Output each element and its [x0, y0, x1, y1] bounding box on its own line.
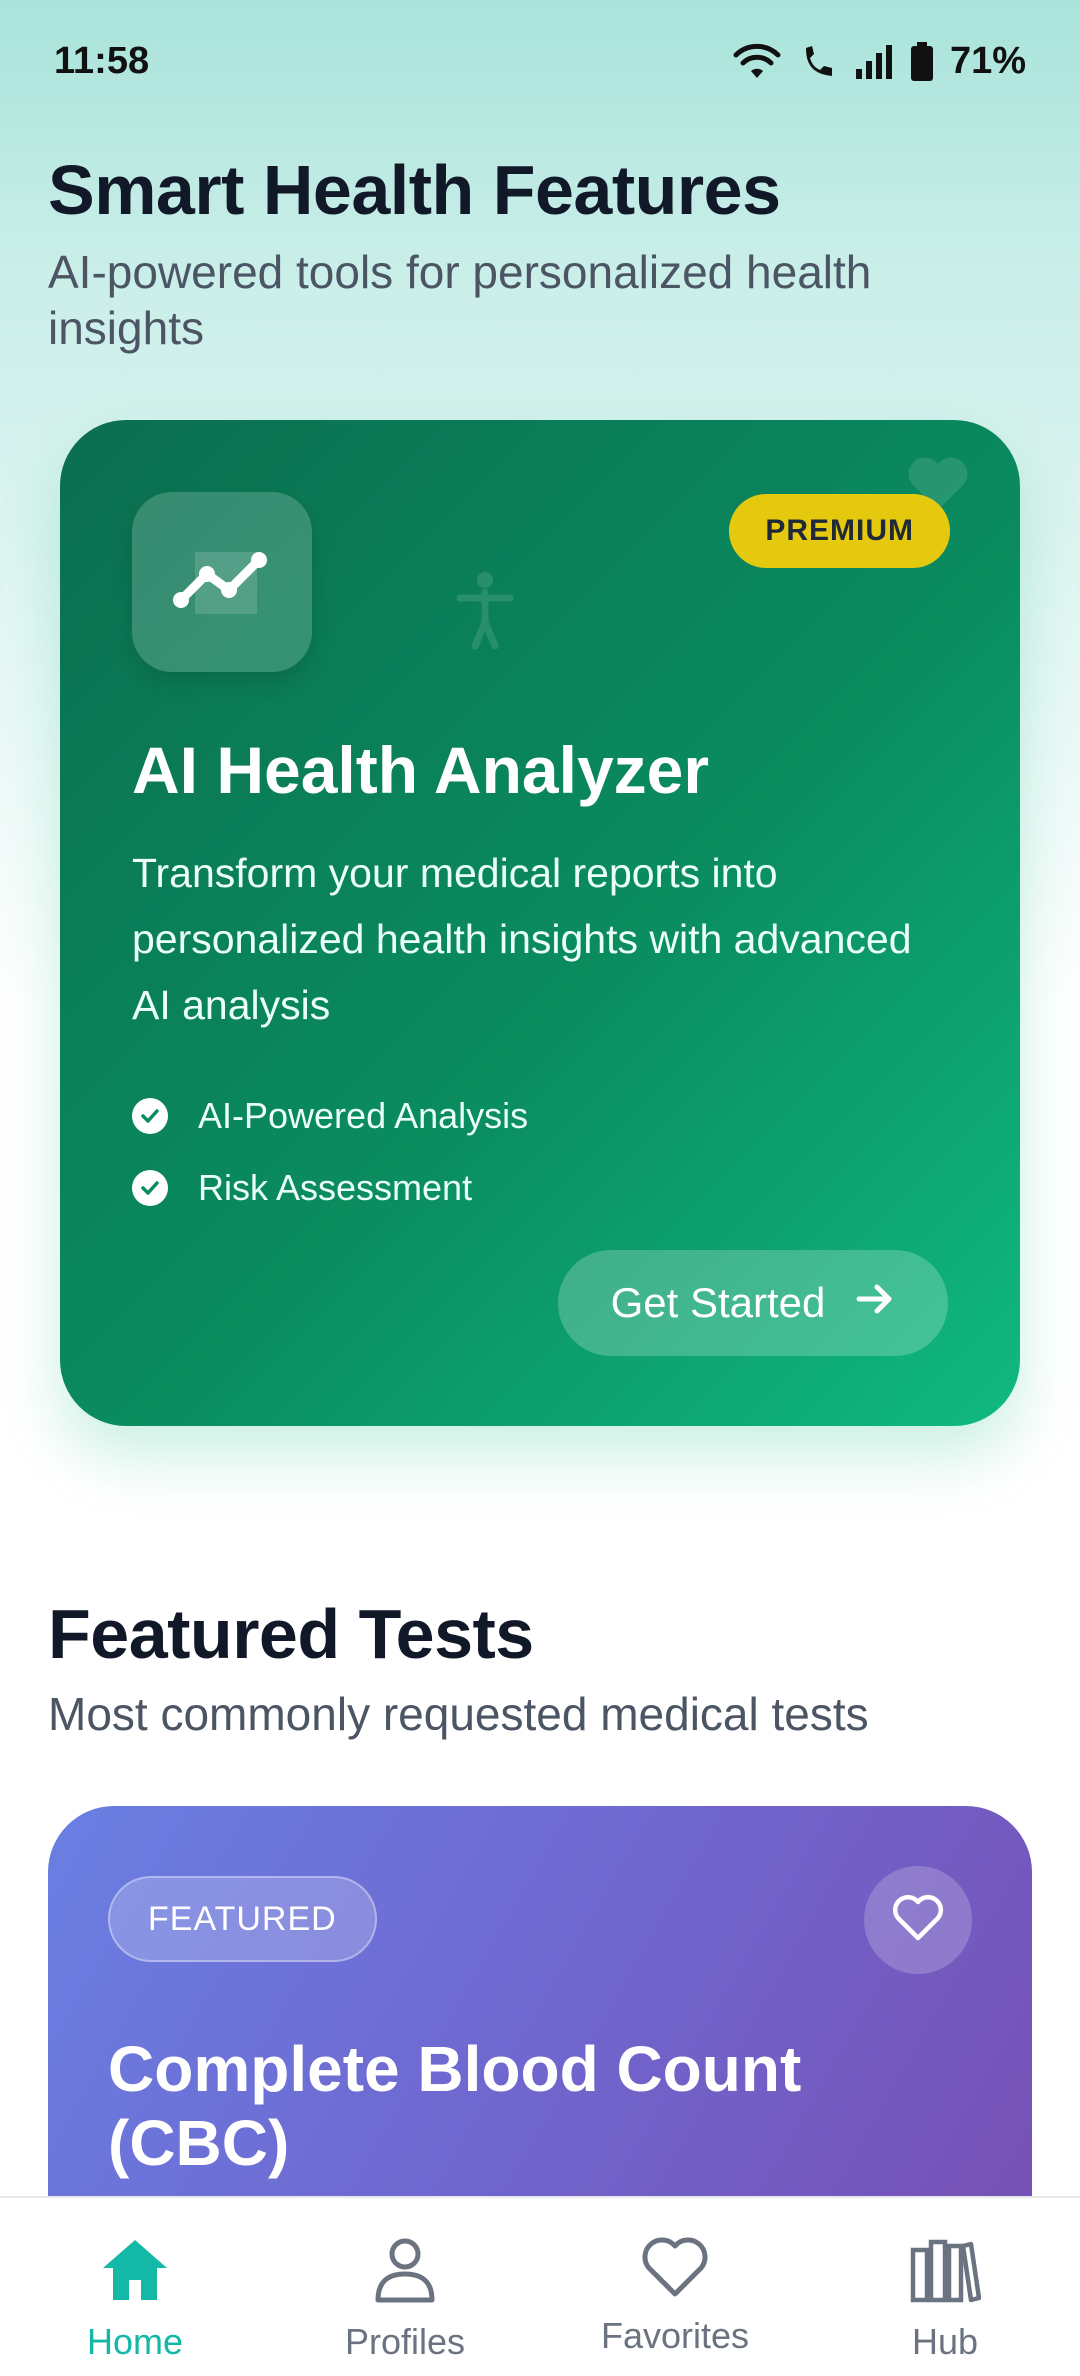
ai-card-icon-box — [132, 492, 312, 672]
featured-badge: FEATURED — [108, 1876, 377, 1962]
feature-label: Risk Assessment — [198, 1167, 473, 1208]
feature-item: Risk Assessment — [132, 1152, 528, 1224]
test-card-cbc[interactable]: FEATURED Complete Blood Count (CBC) — [48, 1806, 1032, 2246]
nav-label: Favorites — [600, 2315, 750, 2356]
check-icon — [132, 1098, 168, 1134]
section-subtitle-smart: AI-powered tools for personalized health… — [48, 246, 872, 354]
heart-icon — [642, 2236, 708, 2307]
feature-label: AI-Powered Analysis — [198, 1095, 529, 1136]
body-figure-icon — [450, 570, 520, 655]
feature-list: AI-Powered Analysis Risk Assessment — [132, 1080, 528, 1224]
battery-percent: 71% — [949, 40, 1026, 82]
section-title-featured: Featured Tests — [48, 1595, 534, 1673]
get-started-button[interactable]: Get Started — [558, 1250, 948, 1356]
ai-card-description: Transform your medical reports into pers… — [132, 850, 912, 1028]
nav-label: Profiles — [344, 2321, 466, 2362]
premium-badge: PREMIUM — [729, 494, 950, 568]
signal-icon — [854, 43, 894, 81]
feature-item: AI-Powered Analysis — [132, 1080, 528, 1152]
home-icon — [99, 2236, 171, 2313]
ai-card-title: AI Health Analyzer — [132, 733, 710, 807]
nav-label: Hub — [911, 2321, 979, 2362]
wifi-call-icon — [798, 42, 838, 82]
test-card-title: Complete Blood Count (CBC) — [108, 2033, 802, 2179]
wifi-icon — [732, 42, 782, 82]
nav-item-favorites[interactable]: Favorites — [565, 2236, 785, 2357]
trend-chart-icon — [167, 530, 277, 635]
status-time: 11:58 — [54, 40, 150, 82]
nav-item-profiles[interactable]: Profiles — [295, 2236, 515, 2363]
heart-outline-icon — [892, 1894, 944, 1947]
status-bar: 11:58 71% — [0, 0, 1080, 120]
check-icon — [132, 1170, 168, 1206]
status-icons: 71% — [732, 40, 1026, 83]
ai-health-analyzer-card[interactable]: PREMIUM AI Health Analyzer Transform you… — [60, 420, 1020, 1426]
section-title-smart: Smart Health Features — [48, 151, 781, 229]
section-subtitle-featured: Most commonly requested medical tests — [48, 1688, 869, 1740]
nav-item-home[interactable]: Home — [25, 2236, 245, 2363]
favorite-button[interactable] — [864, 1866, 972, 1974]
get-started-label: Get Started — [610, 1279, 826, 1326]
nav-label: Home — [86, 2321, 184, 2362]
arrow-right-icon — [855, 1279, 895, 1327]
battery-icon — [910, 41, 934, 82]
nav-item-hub[interactable]: Hub — [835, 2236, 1055, 2363]
library-icon — [909, 2236, 982, 2313]
person-icon — [372, 2236, 438, 2313]
bottom-nav: Home Profiles Favorites Hub — [0, 2196, 1080, 2376]
